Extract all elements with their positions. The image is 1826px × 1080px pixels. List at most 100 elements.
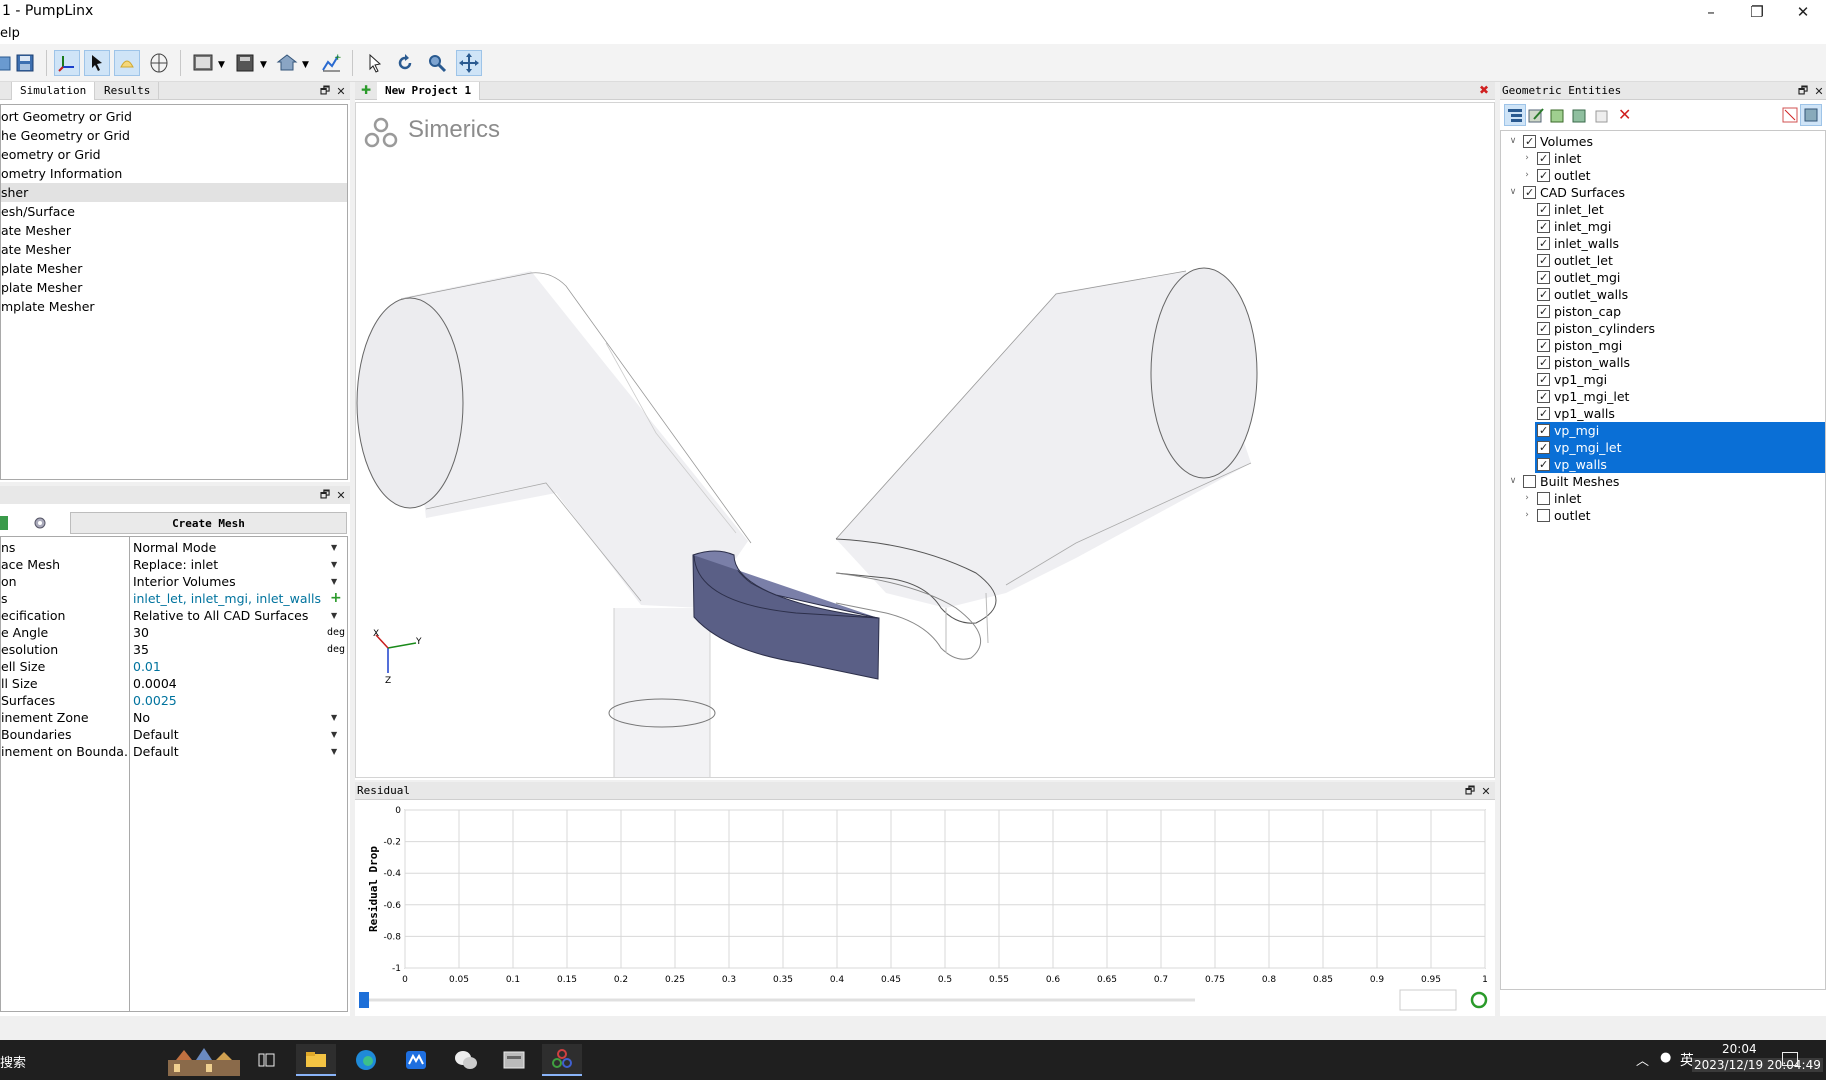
close-icon[interactable]: ✕ [1812,84,1826,98]
entity-node[interactable]: ∨ ✓ Volumes [1501,133,1825,150]
checkbox[interactable] [1523,475,1536,488]
tree-item[interactable]: plate Mesher [1,278,347,297]
checkbox[interactable]: ✓ [1537,254,1550,267]
tree-view-icon[interactable] [1504,104,1526,126]
rotate-icon[interactable] [392,50,418,76]
property-value[interactable]: 0.01 [133,658,323,675]
entity-node[interactable]: ✓ vp_mgi_let [1535,439,1825,456]
refresh-icon[interactable] [1470,991,1488,1009]
property-row[interactable]: on Interior Volumes ▼ [1,573,347,590]
property-row[interactable]: ns Normal Mode ▼ [1,539,347,556]
entity-node[interactable]: › inlet [1501,490,1825,507]
checkbox[interactable]: ✓ [1537,203,1550,216]
checkbox[interactable] [1537,492,1550,505]
entity-node[interactable]: ✓ vp1_walls [1501,405,1825,422]
checkbox[interactable]: ✓ [1537,424,1550,437]
property-row[interactable]: ell Size 0.01 [1,658,347,675]
file-explorer-icon[interactable] [296,1044,336,1076]
checkbox[interactable]: ✓ [1537,305,1550,318]
entity-node[interactable]: ✓ outlet_let [1501,252,1825,269]
checkbox[interactable]: ✓ [1523,186,1536,199]
tab-results[interactable]: Results [96,82,160,100]
tab-simulation[interactable]: Simulation [12,82,96,100]
tree-item[interactable]: eometry or Grid [1,145,347,164]
wireframe-icon[interactable] [146,50,172,76]
checkbox[interactable]: ✓ [1537,220,1550,233]
view-options-icon[interactable] [1800,104,1822,126]
property-row[interactable]: e Angle 30 deg [1,624,347,641]
add-icon[interactable]: ✚ [361,83,371,97]
checkbox[interactable]: ✓ [1537,322,1550,335]
select-icon[interactable] [362,50,388,76]
plot-icon[interactable]: + [318,50,344,76]
edge-icon[interactable] [346,1044,386,1076]
chevron-down-icon[interactable]: ▼ [331,726,337,743]
split-icon[interactable] [1550,107,1566,127]
run-icon[interactable] [0,516,8,530]
chevron-down-icon[interactable]: ▼ [218,60,225,70]
float-icon[interactable]: 🗗 [1463,784,1477,798]
entity-node[interactable]: ✓ piston_cylinders [1501,320,1825,337]
clock-time[interactable]: 20:04 [1722,1042,1757,1056]
entity-node[interactable]: ✓ vp1_mgi [1501,371,1825,388]
checkbox[interactable]: ✓ [1537,407,1550,420]
chevron-right-icon[interactable]: › [1521,507,1533,524]
tree-item[interactable]: ate Mesher [1,240,347,259]
checkbox[interactable]: ✓ [1537,390,1550,403]
entity-node[interactable]: ∨ ✓ CAD Surfaces [1501,184,1825,201]
chevron-down-icon[interactable]: ▼ [331,556,337,573]
filter-off-icon[interactable] [1782,107,1798,127]
property-value[interactable]: Default [133,743,323,760]
entity-node[interactable]: ✓ outlet_walls [1501,286,1825,303]
property-row[interactable]: ll Size 0.0004 [1,675,347,692]
tree-item[interactable]: ate Mesher [1,221,347,240]
close-button[interactable]: ✕ [1780,0,1826,24]
property-value[interactable]: 0.0025 [133,692,323,709]
entity-node[interactable]: ✓ vp_walls [1535,456,1825,473]
chevron-down-icon[interactable]: ▼ [331,573,337,590]
merge-icon[interactable] [1572,107,1588,127]
chevron-down-icon[interactable]: ∨ [1507,133,1519,150]
save-icon[interactable] [12,50,38,76]
tree-item[interactable]: plate Mesher [1,259,347,278]
screen-icon[interactable] [190,50,216,76]
entity-node[interactable]: ✓ piston_walls [1501,354,1825,371]
wechat-icon[interactable] [446,1044,486,1076]
checkbox[interactable] [1537,509,1550,522]
property-value[interactable]: Default [133,726,323,743]
3d-viewport[interactable]: Simerics Y X Z [355,102,1495,778]
float-icon[interactable]: 🗗 [1796,84,1810,98]
entity-node[interactable]: ✓ outlet_mgi [1501,269,1825,286]
chevron-down-icon[interactable]: ▼ [331,607,337,624]
chevron-right-icon[interactable]: › [1521,167,1533,184]
entity-node[interactable]: ✓ piston_cap [1501,303,1825,320]
float-icon[interactable]: 🗗 [318,488,332,502]
checkbox[interactable]: ✓ [1537,271,1550,284]
entity-node[interactable]: ✓ inlet_let [1501,201,1825,218]
light-icon[interactable] [114,50,140,76]
chevron-right-icon[interactable]: › [1521,490,1533,507]
property-value[interactable]: Normal Mode [133,539,323,556]
entity-node[interactable]: › outlet [1501,507,1825,524]
add-icon[interactable]: + [330,590,342,607]
mail-app-icon[interactable] [396,1044,436,1076]
gear-icon[interactable] [32,515,52,531]
app-icon[interactable] [494,1044,534,1076]
entity-node[interactable]: ✓ vp_mgi [1535,422,1825,439]
tree-item[interactable]: ometry Information [1,164,347,183]
create-mesh-button[interactable]: Create Mesh [70,512,347,534]
edit-icon[interactable] [1528,107,1544,127]
checkbox[interactable]: ✓ [1537,169,1550,182]
chevron-down-icon[interactable]: ▼ [302,60,309,70]
tree-item[interactable]: ort Geometry or Grid [1,107,347,126]
property-value[interactable]: 0.0004 [133,675,323,692]
property-row[interactable]: inement on Bounda... Default ▼ [1,743,347,760]
checkbox[interactable]: ✓ [1537,356,1550,369]
chevron-down-icon[interactable]: ▼ [331,743,337,760]
checkbox[interactable]: ✓ [1537,152,1550,165]
float-icon[interactable]: 🗗 [318,84,332,98]
property-row[interactable]: Surfaces 0.0025 [1,692,347,709]
property-row[interactable]: ecification Relative to All CAD Surfaces ▼ [1,607,347,624]
checkbox[interactable]: ✓ [1537,339,1550,352]
property-row[interactable]: Boundaries Default ▼ [1,726,347,743]
